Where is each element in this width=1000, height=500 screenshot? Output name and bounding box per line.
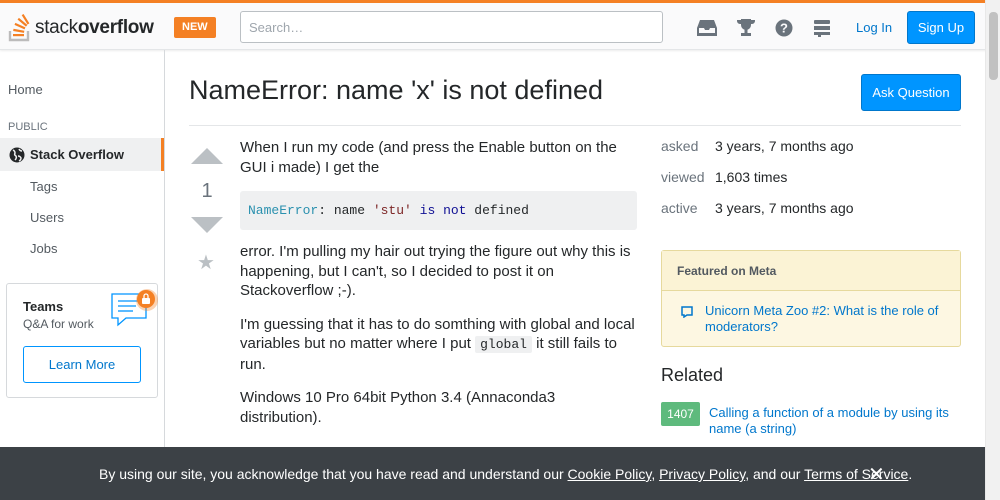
top-bar: stackoverflow NEW ? Log In Sign Up (0, 0, 1000, 50)
meta-viewed: viewed 1,603 times (661, 169, 788, 185)
logo-text: stackoverflow (35, 17, 154, 38)
nav-public-header: PUBLIC (8, 121, 48, 133)
site-switcher-icon[interactable] (810, 17, 834, 39)
teams-subtitle: Q&A for work (23, 317, 94, 331)
terms-of-service-link[interactable]: Terms of Service (804, 466, 908, 482)
question-paragraph-intro: When I run my code (and press the Enable… (240, 139, 617, 176)
help-icon[interactable]: ? (772, 17, 796, 39)
question-body: When I run my code (and press the Enable… (240, 138, 637, 441)
code-block: NameError: name 'stu' is not defined (240, 191, 637, 230)
new-badge[interactable]: NEW (174, 17, 216, 38)
cookie-policy-link[interactable]: Cookie Policy (568, 466, 652, 482)
teams-chat-illustration-icon (111, 289, 158, 327)
question-paragraph-3: I'm guessing that it has to do somthing … (240, 315, 635, 373)
nav-home[interactable]: Home (8, 82, 43, 97)
related-header: Related (661, 365, 724, 385)
svg-text:?: ? (780, 21, 788, 36)
login-link[interactable]: Log In (846, 13, 902, 43)
title-divider (189, 125, 961, 126)
nav-tags[interactable]: Tags (30, 179, 57, 194)
favorite-star-icon[interactable]: ★ (197, 250, 215, 275)
nav-users[interactable]: Users (30, 210, 64, 225)
teams-promo: Teams Q&A for work Learn More (6, 283, 158, 398)
stackoverflow-logo[interactable]: stackoverflow (8, 13, 154, 43)
privacy-policy-link[interactable]: Privacy Policy (659, 466, 745, 482)
vote-count: 1 (201, 180, 213, 202)
nav-jobs[interactable]: Jobs (30, 241, 57, 256)
question-paragraph-4: Windows 10 Pro 64bit Python 3.4 (Annacon… (240, 389, 556, 426)
featured-item[interactable]: Unicorn Meta Zoo #2: What is the role of… (677, 303, 947, 335)
ask-question-button[interactable]: Ask Question (861, 74, 961, 111)
meta-asked: asked 3 years, 7 months ago (661, 138, 854, 154)
featured-on-meta: Featured on Meta Unicorn Meta Zoo #2: Wh… (661, 250, 961, 347)
featured-link[interactable]: Unicorn Meta Zoo #2: What is the role of… (705, 303, 947, 335)
nav-stack-overflow-label: Stack Overflow (30, 147, 124, 162)
downvote-arrow-icon[interactable] (191, 217, 223, 233)
inline-code: global (475, 336, 532, 353)
stackoverflow-logo-icon (8, 14, 30, 42)
question-paragraph-2: error. I'm pulling my hair out trying th… (240, 243, 631, 299)
inbox-icon[interactable] (695, 17, 719, 39)
meta-active: active 3 years, 7 months ago (661, 200, 854, 216)
page-scrollbar[interactable] (985, 0, 1000, 500)
nav-stack-overflow[interactable]: Stack Overflow (0, 138, 164, 171)
meta-speech-bubble-icon (681, 306, 693, 318)
featured-header: Featured on Meta (662, 251, 960, 291)
close-icon[interactable]: ✕ (868, 462, 885, 487)
upvote-arrow-icon[interactable] (191, 148, 223, 164)
learn-more-button[interactable]: Learn More (23, 346, 141, 383)
scrollbar-thumb[interactable] (989, 12, 998, 80)
search-input[interactable] (240, 11, 663, 43)
cookie-text: By using our site, you acknowledge that … (99, 466, 913, 482)
question-title[interactable]: NameError: name 'x' is not defined (189, 75, 603, 106)
globe-icon (9, 147, 25, 162)
related-question-link[interactable]: Calling a function of a module by using … (709, 405, 961, 437)
cookie-banner: By using our site, you acknowledge that … (0, 447, 985, 500)
trophy-icon[interactable] (734, 17, 758, 39)
related-score-badge[interactable]: 1407 (661, 402, 700, 426)
signup-button[interactable]: Sign Up (907, 11, 975, 44)
left-sidebar: Home PUBLIC Stack Overflow Tags Users Jo… (0, 50, 165, 500)
teams-title: Teams (23, 299, 64, 314)
